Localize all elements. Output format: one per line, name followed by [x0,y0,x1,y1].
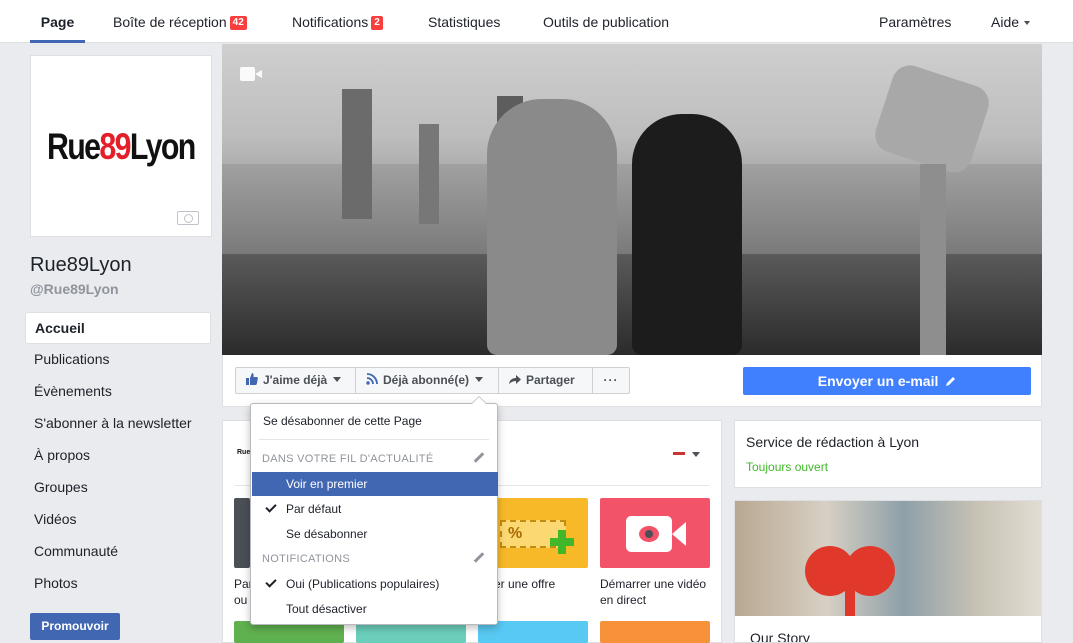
camera-icon[interactable] [177,211,199,225]
notifications-on-item[interactable]: Oui (Publications populaires) [252,572,498,596]
sidebar-item-home[interactable]: Accueil [25,312,211,344]
tab-inbox[interactable]: Boîte de réception 42 [113,0,247,43]
telescope-head [870,60,994,178]
subscription-dropdown-menu: Se désabonner de cette Page DANS VOTRE F… [250,396,498,625]
help-label: Aide [991,14,1020,30]
live-video-icon-lens [672,522,686,546]
flag-icon[interactable] [673,452,685,458]
person-hoodie [487,99,617,355]
story-image-shape [845,581,855,616]
chevron-down-icon [1024,21,1031,25]
rss-icon [366,373,378,385]
sidebar-item-groups[interactable]: Groupes [25,472,211,504]
see-first-item[interactable]: Voir en premier [252,472,498,496]
story-image [735,501,1041,616]
more-options-button[interactable]: ··· [592,367,630,394]
skyline-tower [419,124,439,224]
default-item[interactable]: Par défaut [252,497,498,521]
page-title: Rue89Lyon [30,254,132,276]
sidebar-item-posts[interactable]: Publications [25,344,211,376]
page-mini-logo: Rue [237,449,251,456]
binocular-telescope [870,60,994,355]
send-email-button[interactable]: Envoyer un e-mail [743,367,1031,395]
sidebar-item-events[interactable]: Évènements [25,376,211,408]
profile-picture[interactable]: Rue89Lyon [30,55,212,237]
video-camera-lens [255,70,262,78]
tab-page[interactable]: Page [30,0,85,43]
story-title: Our Story [750,630,810,643]
notifications-off-item[interactable]: Tout désactiver [252,597,498,621]
tab-publishing-tools[interactable]: Outils de publication [543,0,669,43]
chevron-down-icon [333,377,342,382]
tab-notifications[interactable]: Notifications 2 [292,0,383,43]
page-action-bar: J'aime déjà Déjà abonné(e) Partager ··· … [222,355,1042,407]
help-menu[interactable]: Aide [991,0,1031,43]
settings-link[interactable]: Paramètres [879,0,951,43]
sidebar-item-videos[interactable]: Vidéos [25,504,211,536]
promote-button[interactable]: Promouvoir [30,613,120,640]
notifications-on-label: Oui (Publications populaires) [286,577,440,591]
tile-create-offer-label[interactable]: er une offre [494,576,555,592]
default-item-label: Par défaut [286,502,342,516]
like-button[interactable]: J'aime déjà [235,367,356,394]
tile-publish[interactable] [234,498,250,568]
page-info-card: Service de rédaction à Lyon Toujours ouv… [734,420,1042,488]
service-title: Service de rédaction à Lyon [746,434,920,450]
video-camera-body [240,67,255,81]
sidebar-item-newsletter[interactable]: S'abonner à la newsletter [25,408,211,440]
share-button-label: Partager [526,373,575,387]
notifications-count-badge: 2 [371,16,383,30]
video-camera-icon[interactable] [240,67,262,81]
sidebar-item-about[interactable]: À propos [25,440,211,472]
share-arrow-icon [509,375,521,384]
plus-icon [550,530,574,554]
chevron-down-icon [475,377,484,382]
page-handle[interactable]: @Rue89Lyon [30,281,119,297]
unsubscribe-page-item[interactable]: Se désabonner de cette Page [252,409,498,433]
page-top-nav: Page Boîte de réception 42 Notifications 2… [0,0,1073,43]
tab-statistics[interactable]: Statistiques [428,0,500,43]
cover-photo[interactable] [222,44,1042,355]
share-button[interactable]: Partager [498,367,593,394]
like-button-label: J'aime déjà [263,373,328,387]
subscribed-button[interactable]: Déjà abonné(e) [355,367,499,394]
divider [259,439,489,440]
tile-orange[interactable] [600,621,710,643]
pencil-icon [946,377,956,386]
edit-pencil-icon[interactable] [473,452,485,463]
opening-status: Toujours ouvert [746,460,829,474]
checkmark-icon [265,576,277,588]
notifications-section-header: NOTIFICATIONS [262,553,351,565]
rue89lyon-logo: Rue89Lyon [47,126,196,167]
tab-inbox-label: Boîte de réception [113,14,227,30]
thumbs-up-icon [246,373,258,385]
tile-start-live-video[interactable] [600,498,710,568]
tab-notifications-label: Notifications [292,14,369,30]
our-story-card[interactable]: Our Story [734,500,1042,643]
edit-pencil-icon[interactable] [473,552,485,563]
unfollow-item[interactable]: Se désabonner [252,522,498,546]
inbox-count-badge: 42 [229,16,247,30]
feed-section-header: DANS VOTRE FIL D'ACTUALITÉ [262,453,434,465]
checkmark-icon [265,501,277,513]
chevron-down-icon[interactable] [692,452,700,457]
skyline-tower [342,89,372,219]
sidebar-item-community[interactable]: Communauté [25,536,211,568]
page-sidebar-nav: Accueil Publications Évènements S'abonne… [25,312,211,600]
send-email-label: Envoyer un e-mail [817,373,939,389]
tile-start-live-video-label[interactable]: Démarrer une vidéo en direct [600,576,706,608]
person-long-hair [632,114,742,355]
subscribed-button-label: Déjà abonné(e) [383,373,470,387]
live-video-icon [626,516,672,552]
sidebar-item-photos[interactable]: Photos [25,568,211,600]
telescope-pole [920,164,946,355]
